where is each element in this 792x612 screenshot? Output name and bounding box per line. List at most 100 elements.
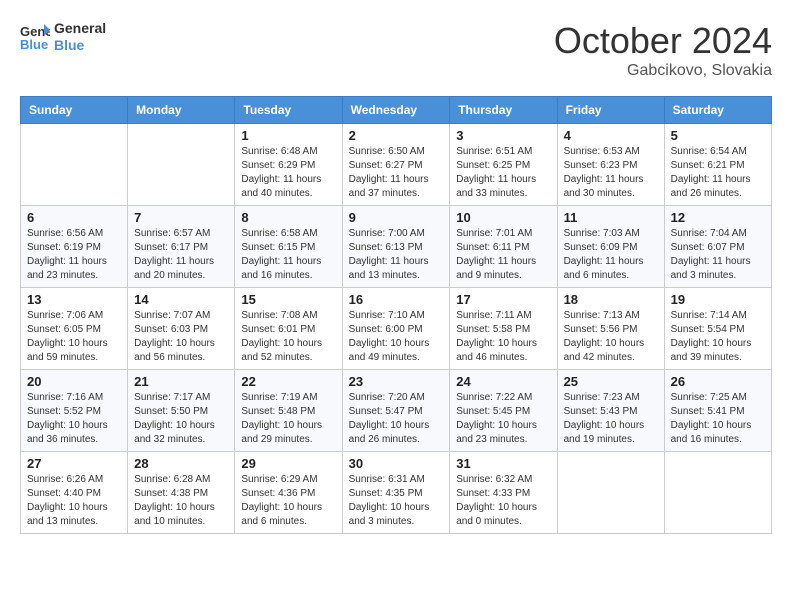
calendar-cell: 10 Sunrise: 7:01 AM Sunset: 6:11 PM Dayli… [450, 206, 557, 288]
cell-content: Sunrise: 6:57 AM Sunset: 6:17 PM Dayligh… [134, 227, 228, 283]
day-number: 2 [349, 128, 444, 143]
calendar-cell: 21 Sunrise: 7:17 AM Sunset: 5:50 PM Dayli… [128, 370, 235, 452]
day-number: 31 [456, 456, 550, 471]
calendar-cell: 4 Sunrise: 6:53 AM Sunset: 6:23 PM Daylig… [557, 124, 664, 206]
day-number: 12 [671, 210, 765, 225]
cell-content: Sunrise: 7:22 AM Sunset: 5:45 PM Dayligh… [456, 391, 550, 447]
cell-content: Sunrise: 6:50 AM Sunset: 6:27 PM Dayligh… [349, 145, 444, 201]
day-number: 19 [671, 292, 765, 307]
header-day-sunday: Sunday [21, 97, 128, 124]
cell-content: Sunrise: 6:31 AM Sunset: 4:35 PM Dayligh… [349, 473, 444, 529]
calendar-cell [128, 124, 235, 206]
cell-content: Sunrise: 7:14 AM Sunset: 5:54 PM Dayligh… [671, 309, 765, 365]
calendar-cell: 30 Sunrise: 6:31 AM Sunset: 4:35 PM Dayli… [342, 452, 450, 534]
calendar-cell: 16 Sunrise: 7:10 AM Sunset: 6:00 PM Dayli… [342, 288, 450, 370]
cell-content: Sunrise: 6:48 AM Sunset: 6:29 PM Dayligh… [241, 145, 335, 201]
cell-content: Sunrise: 7:13 AM Sunset: 5:56 PM Dayligh… [564, 309, 658, 365]
day-number: 5 [671, 128, 765, 143]
day-number: 18 [564, 292, 658, 307]
calendar-cell: 13 Sunrise: 7:06 AM Sunset: 6:05 PM Dayli… [21, 288, 128, 370]
cell-content: Sunrise: 7:01 AM Sunset: 6:11 PM Dayligh… [456, 227, 550, 283]
day-number: 9 [349, 210, 444, 225]
header-day-friday: Friday [557, 97, 664, 124]
day-number: 13 [27, 292, 121, 307]
day-number: 10 [456, 210, 550, 225]
cell-content: Sunrise: 7:04 AM Sunset: 6:07 PM Dayligh… [671, 227, 765, 283]
cell-content: Sunrise: 7:11 AM Sunset: 5:58 PM Dayligh… [456, 309, 550, 365]
month-title: October 2024 [554, 20, 772, 62]
week-row-4: 20Sunrise: 7:16 AM Sunset: 5:52 PM Dayli… [21, 370, 772, 452]
title-block: October 2024 Gabcikovo, Slovakia [554, 20, 772, 80]
week-row-5: 27Sunrise: 6:26 AM Sunset: 4:40 PM Dayli… [21, 452, 772, 534]
day-number: 6 [27, 210, 121, 225]
week-row-1: 1Sunrise: 6:48 AM Sunset: 6:29 PM Daylig… [21, 124, 772, 206]
calendar-cell: 19 Sunrise: 7:14 AM Sunset: 5:54 PM Dayli… [664, 288, 771, 370]
header-day-monday: Monday [128, 97, 235, 124]
calendar-cell: 9 Sunrise: 7:00 AM Sunset: 6:13 PM Daylig… [342, 206, 450, 288]
day-number: 20 [27, 374, 121, 389]
calendar-cell: 29Sunrise: 6:29 AM Sunset: 4:36 PM Dayli… [235, 452, 342, 534]
svg-text:Blue: Blue [20, 37, 48, 52]
calendar-cell: 7 Sunrise: 6:57 AM Sunset: 6:17 PM Daylig… [128, 206, 235, 288]
cell-content: Sunrise: 6:54 AM Sunset: 6:21 PM Dayligh… [671, 145, 765, 201]
page-header: General Blue General Blue October 2024 G… [20, 20, 772, 80]
calendar-cell: 1Sunrise: 6:48 AM Sunset: 6:29 PM Daylig… [235, 124, 342, 206]
logo-icon: General Blue [20, 22, 50, 52]
day-number: 4 [564, 128, 658, 143]
cell-content: Sunrise: 7:10 AM Sunset: 6:00 PM Dayligh… [349, 309, 444, 365]
cell-content: Sunrise: 7:03 AM Sunset: 6:09 PM Dayligh… [564, 227, 658, 283]
cell-content: Sunrise: 7:19 AM Sunset: 5:48 PM Dayligh… [241, 391, 335, 447]
header-day-saturday: Saturday [664, 97, 771, 124]
calendar-cell: 15Sunrise: 7:08 AM Sunset: 6:01 PM Dayli… [235, 288, 342, 370]
calendar-cell: 5 Sunrise: 6:54 AM Sunset: 6:21 PM Daylig… [664, 124, 771, 206]
day-number: 7 [134, 210, 228, 225]
calendar-cell: 27Sunrise: 6:26 AM Sunset: 4:40 PM Dayli… [21, 452, 128, 534]
calendar-cell: 17 Sunrise: 7:11 AM Sunset: 5:58 PM Dayli… [450, 288, 557, 370]
cell-content: Sunrise: 7:00 AM Sunset: 6:13 PM Dayligh… [349, 227, 444, 283]
logo: General Blue General Blue [20, 20, 106, 54]
calendar-cell: 31 Sunrise: 6:32 AM Sunset: 4:33 PM Dayli… [450, 452, 557, 534]
day-number: 11 [564, 210, 658, 225]
calendar-cell: 18 Sunrise: 7:13 AM Sunset: 5:56 PM Dayli… [557, 288, 664, 370]
cell-content: Sunrise: 6:53 AM Sunset: 6:23 PM Dayligh… [564, 145, 658, 201]
header-day-thursday: Thursday [450, 97, 557, 124]
calendar-table: SundayMondayTuesdayWednesdayThursdayFrid… [20, 96, 772, 534]
day-number: 21 [134, 374, 228, 389]
cell-content: Sunrise: 7:06 AM Sunset: 6:05 PM Dayligh… [27, 309, 121, 365]
day-number: 16 [349, 292, 444, 307]
calendar-cell [664, 452, 771, 534]
calendar-cell: 14Sunrise: 7:07 AM Sunset: 6:03 PM Dayli… [128, 288, 235, 370]
cell-content: Sunrise: 6:28 AM Sunset: 4:38 PM Dayligh… [134, 473, 228, 529]
day-number: 28 [134, 456, 228, 471]
header-row: SundayMondayTuesdayWednesdayThursdayFrid… [21, 97, 772, 124]
calendar-cell: 26Sunrise: 7:25 AM Sunset: 5:41 PM Dayli… [664, 370, 771, 452]
calendar-cell: 25Sunrise: 7:23 AM Sunset: 5:43 PM Dayli… [557, 370, 664, 452]
header-day-wednesday: Wednesday [342, 97, 450, 124]
header-day-tuesday: Tuesday [235, 97, 342, 124]
calendar-cell: 2 Sunrise: 6:50 AM Sunset: 6:27 PM Daylig… [342, 124, 450, 206]
calendar-cell: 24 Sunrise: 7:22 AM Sunset: 5:45 PM Dayli… [450, 370, 557, 452]
week-row-2: 6 Sunrise: 6:56 AM Sunset: 6:19 PM Daylig… [21, 206, 772, 288]
calendar-cell: 12 Sunrise: 7:04 AM Sunset: 6:07 PM Dayli… [664, 206, 771, 288]
calendar-cell [21, 124, 128, 206]
calendar-cell: 28 Sunrise: 6:28 AM Sunset: 4:38 PM Dayli… [128, 452, 235, 534]
cell-content: Sunrise: 6:26 AM Sunset: 4:40 PM Dayligh… [27, 473, 121, 529]
cell-content: Sunrise: 6:29 AM Sunset: 4:36 PM Dayligh… [241, 473, 335, 529]
day-number: 30 [349, 456, 444, 471]
cell-content: Sunrise: 7:25 AM Sunset: 5:41 PM Dayligh… [671, 391, 765, 447]
day-number: 17 [456, 292, 550, 307]
day-number: 8 [241, 210, 335, 225]
day-number: 23 [349, 374, 444, 389]
week-row-3: 13 Sunrise: 7:06 AM Sunset: 6:05 PM Dayli… [21, 288, 772, 370]
cell-content: Sunrise: 6:58 AM Sunset: 6:15 PM Dayligh… [241, 227, 335, 283]
day-number: 25 [564, 374, 658, 389]
cell-content: Sunrise: 6:32 AM Sunset: 4:33 PM Dayligh… [456, 473, 550, 529]
day-number: 24 [456, 374, 550, 389]
day-number: 15 [241, 292, 335, 307]
cell-content: Sunrise: 7:20 AM Sunset: 5:47 PM Dayligh… [349, 391, 444, 447]
cell-content: Sunrise: 6:56 AM Sunset: 6:19 PM Dayligh… [27, 227, 121, 283]
calendar-cell: 8 Sunrise: 6:58 AM Sunset: 6:15 PM Daylig… [235, 206, 342, 288]
location-subtitle: Gabcikovo, Slovakia [554, 62, 772, 80]
calendar-cell: 6 Sunrise: 6:56 AM Sunset: 6:19 PM Daylig… [21, 206, 128, 288]
cell-content: Sunrise: 7:17 AM Sunset: 5:50 PM Dayligh… [134, 391, 228, 447]
